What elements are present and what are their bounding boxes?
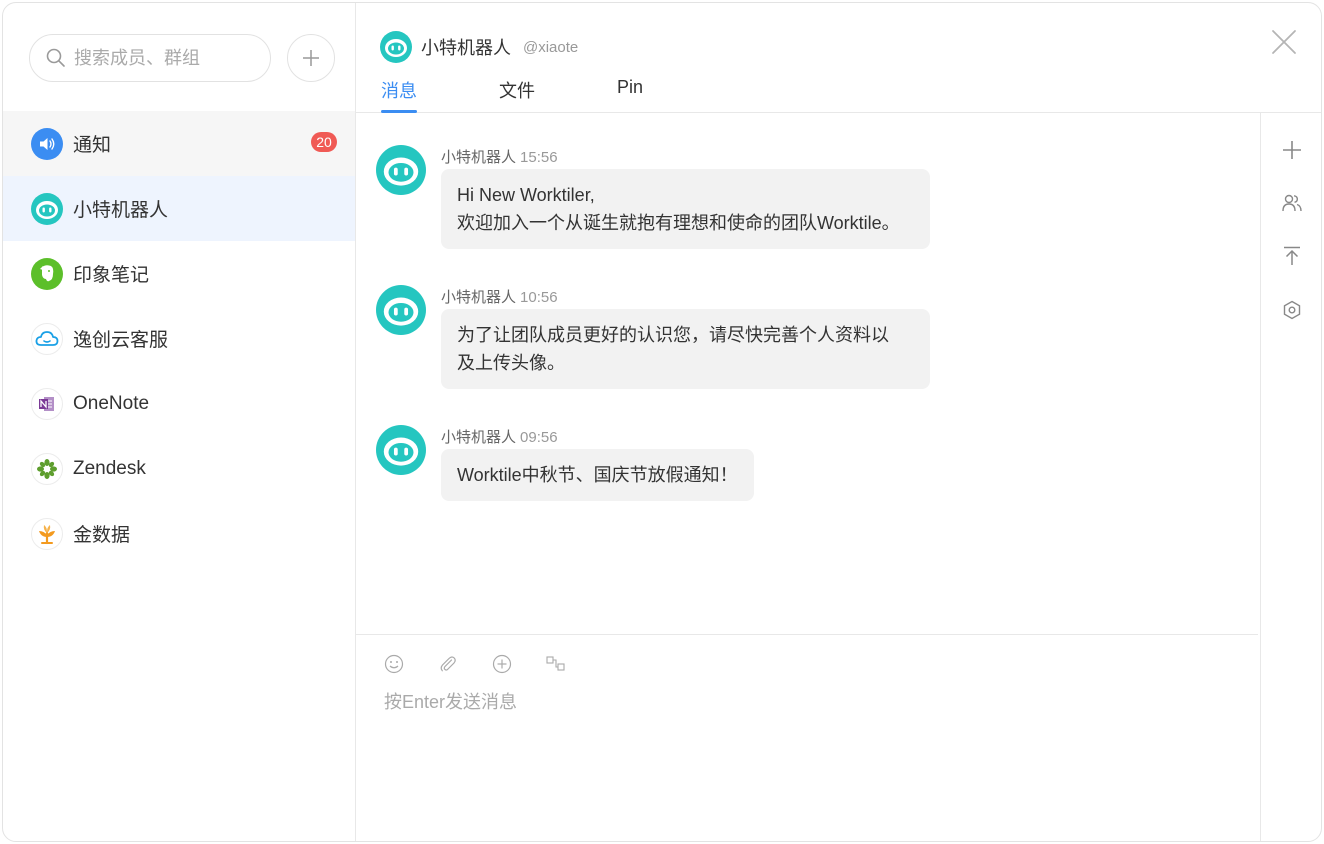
- conversation-label: 小特机器人: [73, 200, 169, 221]
- message-time: 09:56: [520, 429, 558, 446]
- conversation-label: 金数据: [73, 525, 131, 546]
- tab-files[interactable]: 文件: [499, 77, 535, 113]
- message-sender: 小特机器人: [441, 289, 517, 306]
- conversation-yichuang[interactable]: 逸创云客服: [3, 306, 355, 371]
- conversation-evernote[interactable]: 印象笔记: [3, 241, 355, 306]
- close-icon: [1272, 30, 1296, 54]
- evernote-icon: [31, 257, 63, 290]
- chat-panel: 小特机器人 @xiaote 消息 文件 Pin 小特机器人 15:56 Hi N…: [356, 3, 1321, 841]
- search-input[interactable]: [72, 46, 252, 70]
- emoji-button[interactable]: [383, 653, 405, 675]
- chat-handle: @xiaote: [523, 38, 579, 56]
- screenshot-icon: [546, 656, 565, 671]
- settings-button[interactable]: [1279, 297, 1305, 323]
- attachment-button[interactable]: [437, 653, 459, 675]
- message-composer: [356, 636, 1258, 841]
- conversation-robot[interactable]: 小特机器人: [3, 176, 355, 241]
- onenote-icon: [31, 387, 63, 420]
- sidebar: 通知 20 小特机器人: [3, 3, 356, 841]
- plus-icon: [303, 50, 319, 66]
- conversation-onenote[interactable]: OneNote: [3, 371, 355, 436]
- message-bubble: Hi New Worktiler, 欢迎加入一个从诞生就抱有理想和使命的团队Wo…: [441, 169, 930, 249]
- conversation-label: Zendesk: [73, 457, 146, 479]
- conversation-label: 通知: [73, 135, 112, 156]
- plus-icon: [1283, 141, 1301, 159]
- plus-circle-icon: [492, 654, 512, 674]
- message-line: 为了让团队成员更好的认识您，请尽快完善个人资料以: [457, 325, 889, 345]
- conversation-zendesk[interactable]: Zendesk: [3, 436, 355, 501]
- search-icon: [46, 48, 65, 67]
- message-list: 小特机器人 15:56 Hi New Worktiler, 欢迎加入一个从诞生就抱…: [356, 113, 1258, 635]
- message-time: 15:56: [520, 149, 558, 166]
- robot-icon: [380, 31, 412, 63]
- message-meta: 小特机器人 10:56: [441, 286, 558, 307]
- composer-toolbar: [383, 653, 599, 675]
- app-window: 通知 20 小特机器人: [2, 2, 1322, 842]
- more-button[interactable]: [491, 653, 513, 675]
- speaker-icon: [31, 127, 63, 160]
- message-bubble: Worktile中秋节、国庆节放假通知！: [441, 449, 754, 501]
- right-toolbar: [1260, 113, 1321, 841]
- search-box[interactable]: [29, 34, 271, 82]
- message-line: Worktile中秋节、国庆节放假通知！: [457, 465, 738, 485]
- message-sender: 小特机器人: [441, 429, 517, 446]
- cloud-icon: [31, 322, 63, 355]
- close-button[interactable]: [1271, 29, 1297, 55]
- tab-messages[interactable]: 消息: [381, 77, 417, 113]
- robot-icon: [31, 192, 63, 225]
- chat-header: 小特机器人 @xiaote 消息 文件 Pin: [356, 3, 1321, 113]
- pin-top-icon: [1284, 246, 1300, 265]
- robot-avatar-icon[interactable]: [376, 145, 426, 195]
- message-line: Hi New Worktiler,: [457, 185, 595, 205]
- message-input[interactable]: [382, 686, 1232, 806]
- chat-name: 小特机器人: [421, 38, 511, 58]
- message-sender: 小特机器人: [441, 149, 517, 166]
- message-time: 10:56: [520, 289, 558, 306]
- conversation-jinshuju[interactable]: 金数据: [3, 501, 355, 566]
- screenshot-button[interactable]: [545, 653, 567, 675]
- message-meta: 小特机器人 09:56: [441, 426, 558, 447]
- settings-icon: [1283, 300, 1301, 320]
- conversation-label: 逸创云客服: [73, 330, 169, 351]
- conversation-label: OneNote: [73, 392, 150, 414]
- conversation-label: 印象笔记: [73, 265, 150, 286]
- message-meta: 小特机器人 15:56: [441, 146, 558, 167]
- message-line: 及上传头像。: [457, 353, 565, 373]
- message-bubble: 为了让团队成员更好的认识您，请尽快完善个人资料以 及上传头像。: [441, 309, 930, 389]
- paperclip-icon: [440, 656, 456, 672]
- members-button[interactable]: [1279, 190, 1305, 216]
- conversation-list: 通知 20 小特机器人 印象笔记 逸创云客服 OneNote Zendesk 金…: [3, 111, 355, 566]
- unread-badge: 20: [311, 132, 337, 152]
- add-button[interactable]: [1279, 137, 1305, 163]
- robot-avatar-icon[interactable]: [376, 285, 426, 335]
- message-line: 欢迎加入一个从诞生就抱有理想和使命的团队Worktile。: [457, 213, 900, 233]
- jinshuju-icon: [31, 517, 63, 550]
- robot-avatar-icon[interactable]: [376, 425, 426, 475]
- pin-to-top-button[interactable]: [1279, 243, 1305, 269]
- add-conversation-button[interactable]: [287, 34, 335, 82]
- zendesk-icon: [31, 452, 63, 485]
- chat-title: 小特机器人 @xiaote: [380, 31, 578, 63]
- members-icon: [1282, 194, 1302, 212]
- tab-pin[interactable]: Pin: [617, 77, 643, 113]
- conversation-notifications[interactable]: 通知 20: [3, 111, 355, 176]
- emoji-icon: [384, 654, 404, 674]
